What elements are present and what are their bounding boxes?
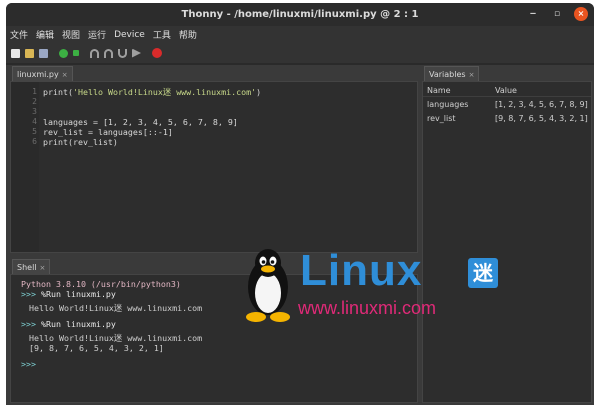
window-title: Thonny - /home/linuxmi/linuxmi.py @ 2 : … — [181, 9, 419, 20]
new-file-icon[interactable] — [11, 48, 20, 58]
code-line: print(rev_list) — [43, 137, 118, 147]
menu-tools[interactable]: 工具 — [153, 28, 171, 41]
code-line: print('Hello World!Linux迷 www.linuxmi.co… — [43, 87, 261, 97]
maximize-button[interactable]: ▫ — [550, 7, 564, 21]
code-line: languages = [1, 2, 3, 4, 5, 6, 7, 8, 9] — [43, 117, 238, 127]
code-line: rev_list = languages[::-1] — [43, 127, 173, 137]
tab-variables[interactable]: Variables × — [424, 66, 480, 82]
line-number: 4 — [32, 117, 37, 126]
column-header-value[interactable]: Value — [495, 86, 517, 95]
line-number: 6 — [32, 137, 37, 146]
tab-close-icon[interactable]: × — [469, 71, 475, 79]
step-into-icon[interactable] — [104, 48, 113, 58]
debug-icon[interactable] — [73, 50, 79, 56]
title-bar[interactable]: Thonny - /home/linuxmi/linuxmi.py @ 2 : … — [6, 3, 594, 26]
shell-line: >>> %Run linuxmi.py — [21, 319, 116, 329]
variables-panel: Name Value languages [1, 2, 3, 4, 5, 6, … — [422, 81, 592, 403]
variable-name[interactable]: languages — [427, 100, 468, 109]
code-editor[interactable]: 1 2 3 4 5 6 print('Hello World!Linux迷 ww… — [10, 81, 418, 253]
window-controls: ‒ ▫ × — [526, 7, 588, 21]
shell-command: %Run linuxmi.py — [41, 289, 116, 299]
minimize-button[interactable]: ‒ — [526, 7, 540, 21]
tab-label: Shell — [17, 263, 37, 272]
run-icon[interactable] — [59, 48, 68, 58]
shell-output: [9, 8, 7, 6, 5, 4, 3, 2, 1] — [29, 343, 164, 353]
line-number: 3 — [32, 107, 37, 116]
code-string: 'Hello World!Linux迷 www.linuxmi.com' — [72, 87, 257, 97]
save-icon[interactable] — [39, 48, 48, 58]
variable-value[interactable]: [9, 8, 7, 6, 5, 4, 3, 2, 1] — [495, 114, 588, 123]
variable-name[interactable]: rev_list — [427, 114, 456, 123]
step-out-icon[interactable] — [118, 48, 127, 58]
tab-label: linuxmi.py — [17, 70, 59, 79]
line-number: 2 — [32, 97, 37, 106]
code-text: ) — [256, 87, 262, 97]
code-text: print( — [43, 87, 73, 97]
tab-linuxmi-py[interactable]: linuxmi.py × — [12, 66, 73, 82]
variables-tabbar: Variables × — [422, 65, 592, 82]
open-file-icon[interactable] — [25, 48, 34, 58]
menu-file[interactable]: 文件 — [10, 28, 28, 41]
watermark-word: Linux — [300, 246, 423, 295]
thonny-window: Thonny - /home/linuxmi/linuxmi.py @ 2 : … — [6, 3, 594, 405]
tab-label: Variables — [429, 70, 466, 79]
shell-line: >>> %Run linuxmi.py — [21, 289, 116, 299]
line-number: 5 — [32, 127, 37, 136]
toolbar — [6, 43, 594, 63]
watermark-badge: 迷 — [468, 258, 498, 288]
linuxmi-watermark: Linux 迷 www.linuxmi.com — [238, 245, 528, 329]
menu-bar: 文件 编辑 视图 运行 Device 工具 帮助 — [6, 26, 594, 43]
menu-view[interactable]: 视图 — [62, 28, 80, 41]
line-number: 1 — [32, 87, 37, 96]
editor-tabbar: linuxmi.py × — [10, 65, 418, 82]
menu-help[interactable]: 帮助 — [179, 28, 197, 41]
tab-close-icon[interactable]: × — [40, 264, 46, 272]
stop-icon[interactable] — [152, 48, 162, 58]
shell-prompt: >>> — [21, 289, 36, 299]
column-header-name[interactable]: Name — [427, 86, 451, 95]
variable-value[interactable]: [1, 2, 3, 4, 5, 6, 7, 8, 9] — [495, 100, 588, 109]
step-over-icon[interactable] — [90, 48, 99, 58]
line-gutter: 1 2 3 4 5 6 — [11, 82, 39, 252]
watermark-url: www.linuxmi.com — [298, 298, 437, 318]
tux-penguin-icon — [246, 249, 290, 322]
resume-icon[interactable] — [132, 48, 141, 58]
menu-run[interactable]: 运行 — [88, 28, 106, 41]
tab-shell[interactable]: Shell × — [12, 259, 51, 275]
close-button[interactable]: × — [574, 7, 588, 21]
header-divider — [423, 96, 591, 97]
shell-output: Hello World!Linux迷 www.linuxmi.com — [29, 303, 203, 313]
menu-device[interactable]: Device — [114, 30, 145, 40]
shell-prompt: >>> — [21, 319, 36, 329]
shell-header: Python 3.8.10 (/usr/bin/python3) — [21, 279, 181, 289]
tab-close-icon[interactable]: × — [62, 71, 68, 79]
shell-command: %Run linuxmi.py — [41, 319, 116, 329]
menu-edit[interactable]: 编辑 — [36, 28, 54, 41]
shell-output: Hello World!Linux迷 www.linuxmi.com — [29, 333, 203, 343]
shell-prompt: >>> — [21, 359, 36, 369]
